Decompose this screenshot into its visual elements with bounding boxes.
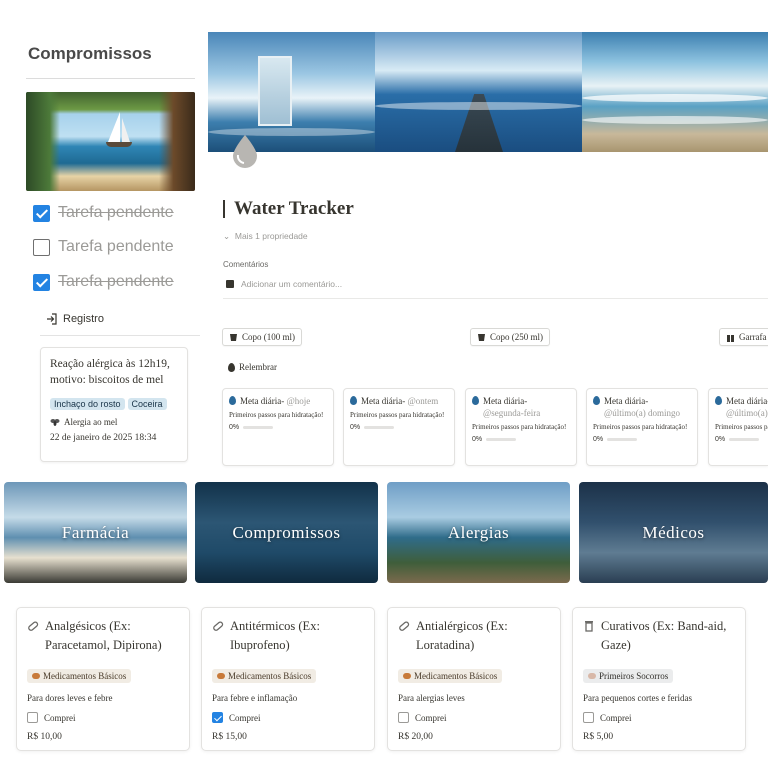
cover-image-pier xyxy=(375,32,582,152)
product-card[interactable]: Antitérmicos (Ex: Ibuprofeno) Medicament… xyxy=(201,607,375,751)
water-drop-icon xyxy=(229,396,236,405)
price: R$ 20,00 xyxy=(398,732,433,742)
task-item[interactable]: Tarefa pendente xyxy=(33,272,174,292)
bought-checkbox[interactable]: Comprei xyxy=(583,712,735,723)
add-bottle-button[interactable]: Garrafa xyxy=(719,328,768,346)
category-farmacia[interactable]: Farmácia xyxy=(4,482,187,583)
category-tag: Medicamentos Básicos xyxy=(398,669,503,683)
pill-icon xyxy=(32,673,40,679)
task-label: Tarefa pendente xyxy=(58,273,174,290)
daily-goal-card[interactable]: Meta diária- @último(a) domingo Primeiro… xyxy=(586,388,698,466)
registro-datetime: 22 de janeiro de 2025 18:34 xyxy=(50,433,157,443)
pill-icon xyxy=(399,621,410,631)
cup-icon xyxy=(478,333,485,341)
daily-goal-card[interactable]: Meta diária- @ontem Primeiros passos par… xyxy=(343,388,455,466)
content-divider xyxy=(223,298,768,299)
checkbox[interactable] xyxy=(212,712,223,723)
sidebar-title: Compromissos xyxy=(28,44,152,63)
pill-icon xyxy=(217,673,225,679)
pill-icon xyxy=(213,621,224,631)
daily-goal-card[interactable]: Meta diária- @último(a) Primeiros passos … xyxy=(708,388,768,466)
category-alergias[interactable]: Alergias xyxy=(387,482,570,583)
water-drop-icon xyxy=(715,396,722,405)
bought-checkbox[interactable]: Comprei xyxy=(398,712,550,723)
add-cup-100-button[interactable]: Copo (100 ml) xyxy=(222,328,302,346)
water-drop-icon[interactable] xyxy=(231,134,259,168)
product-card[interactable]: Curativos (Ex: Band-aid, Gaze) Primeiros… xyxy=(572,607,746,751)
category-medicos[interactable]: Médicos xyxy=(579,482,768,583)
pill-icon xyxy=(403,673,411,679)
comment-placeholder: Adicionar um comentário... xyxy=(241,279,343,289)
bought-checkbox[interactable]: Comprei xyxy=(212,712,364,723)
task-checkbox[interactable] xyxy=(33,204,50,222)
bought-checkbox[interactable]: Comprei xyxy=(27,712,179,723)
registro-card[interactable]: Reação alérgica às 12h19, motivo: biscoi… xyxy=(40,347,188,462)
symptom-tag: Inchaço do rosto xyxy=(50,398,125,410)
registro-label: Registro xyxy=(63,313,104,325)
checkbox[interactable] xyxy=(583,712,594,723)
registro-text: Reação alérgica às 12h19, motivo: biscoi… xyxy=(50,358,170,386)
task-item[interactable]: Tarefa pendente xyxy=(33,203,174,223)
daily-goal-card[interactable]: Meta diária- @hoje Primeiros passos para… xyxy=(222,388,334,466)
category-tag: Primeiros Socorros xyxy=(583,669,674,683)
symptom-tag: Coceira xyxy=(127,398,167,410)
registro-relation[interactable]: Alergia ao mel xyxy=(64,417,117,427)
water-drop-icon xyxy=(593,396,600,405)
price: R$ 5,00 xyxy=(583,732,614,742)
beach-window-image xyxy=(26,92,195,191)
chevron-down-icon: ⌄ xyxy=(223,231,235,241)
sign-in-icon xyxy=(47,313,57,325)
task-checkbox[interactable] xyxy=(33,273,50,291)
checkbox[interactable] xyxy=(27,712,38,723)
comment-input[interactable]: Adicionar um comentário... xyxy=(226,279,342,289)
avatar xyxy=(226,280,234,288)
product-card[interactable]: Analgésicos (Ex: Paracetamol, Dipirona) … xyxy=(16,607,190,751)
water-drop-icon xyxy=(350,396,357,405)
task-label: Tarefa pendente xyxy=(58,204,174,221)
category-compromissos[interactable]: Compromissos xyxy=(195,482,378,583)
sidebar-divider xyxy=(26,78,195,79)
progress-bar xyxy=(364,426,395,429)
progress-bar xyxy=(607,438,638,441)
price: R$ 15,00 xyxy=(212,732,247,742)
progress-bar xyxy=(729,438,760,441)
daily-goal-card[interactable]: Meta diária- @segunda-feira Primeiros pa… xyxy=(465,388,577,466)
registro-link[interactable]: Registro xyxy=(46,313,104,325)
progress-bar xyxy=(243,426,274,429)
category-tag: Medicamentos Básicos xyxy=(27,669,132,683)
trash-bin-icon xyxy=(585,621,593,632)
category-tag: Medicamentos Básicos xyxy=(212,669,317,683)
bottle-icon xyxy=(727,334,734,342)
remind-button[interactable]: Relembrar xyxy=(228,362,277,372)
water-drop-icon xyxy=(472,396,479,405)
water-drop-icon xyxy=(228,363,235,372)
more-properties-toggle[interactable]: ⌄ Mais 1 propriedade xyxy=(223,231,308,242)
task-label: Tarefa pendente xyxy=(58,238,174,255)
task-item[interactable]: Tarefa pendente xyxy=(33,237,174,257)
bandage-icon xyxy=(588,673,596,679)
comments-label: Comentários xyxy=(223,260,269,269)
registro-divider xyxy=(40,335,200,336)
cover-image-beach xyxy=(582,32,768,152)
price: R$ 10,00 xyxy=(27,732,62,742)
task-checkbox[interactable] xyxy=(33,238,50,256)
add-cup-250-button[interactable]: Copo (250 ml) xyxy=(470,328,550,346)
product-card[interactable]: Antialérgicos (Ex: Loratadina) Medicamen… xyxy=(387,607,561,751)
bee-icon xyxy=(50,419,60,426)
pill-icon xyxy=(28,621,39,631)
page-title[interactable]: Water Tracker xyxy=(223,199,354,218)
cup-icon xyxy=(230,333,237,341)
progress-bar xyxy=(486,438,517,441)
checkbox[interactable] xyxy=(398,712,409,723)
